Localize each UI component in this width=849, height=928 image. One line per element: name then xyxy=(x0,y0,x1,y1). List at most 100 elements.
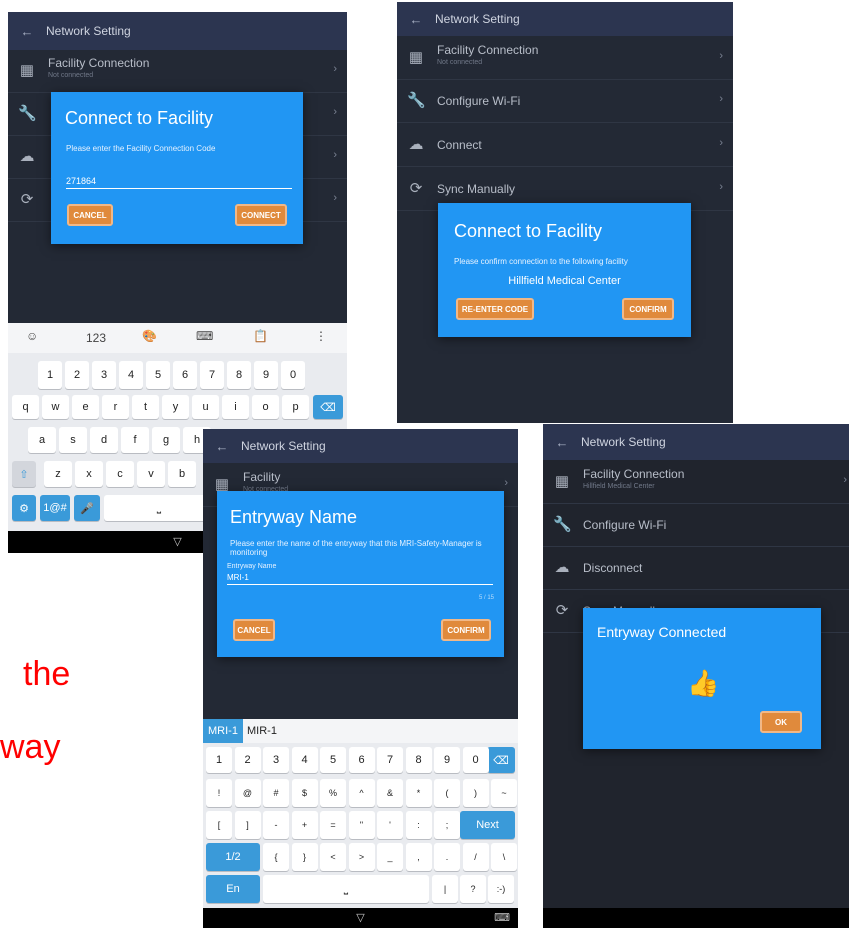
key[interactable]: g xyxy=(152,427,180,453)
key[interactable]: ^ xyxy=(348,779,375,807)
key[interactable]: x xyxy=(75,461,103,487)
key[interactable]: ! xyxy=(206,779,232,807)
symbols-key[interactable]: 1@# xyxy=(40,495,70,521)
key[interactable]: ] xyxy=(234,811,261,839)
key[interactable]: w xyxy=(42,395,69,419)
key[interactable]: :-) xyxy=(488,875,514,903)
row-configure-wifi[interactable]: 🔧 Configure Wi-Fi › xyxy=(397,80,733,123)
key[interactable]: 2 xyxy=(234,747,261,773)
mic-icon[interactable]: 🎤 xyxy=(74,495,100,521)
keyboard-icon[interactable]: ⌨ xyxy=(494,908,510,928)
shift-key[interactable]: ⇧ xyxy=(12,461,36,487)
key[interactable]: 4 xyxy=(291,747,318,773)
key[interactable]: o xyxy=(252,395,279,419)
key[interactable]: \ xyxy=(491,843,517,871)
key[interactable]: 2 xyxy=(65,361,89,389)
key[interactable]: ' xyxy=(377,811,403,839)
key[interactable]: 0 xyxy=(281,361,305,389)
key[interactable]: 0 xyxy=(462,747,489,773)
key[interactable]: a xyxy=(28,427,56,453)
key[interactable]: i xyxy=(222,395,249,419)
key[interactable]: 8 xyxy=(405,747,432,773)
key[interactable]: ) xyxy=(462,779,489,807)
key[interactable]: , xyxy=(405,843,432,871)
confirm-button[interactable]: CONFIRM xyxy=(441,619,491,641)
ok-button[interactable]: OK xyxy=(760,711,802,733)
key[interactable]: ; xyxy=(434,811,460,839)
key[interactable]: 1 xyxy=(206,747,232,773)
row-facility-connection[interactable]: ▦ Facility Connection Hillfield Medical … xyxy=(543,461,849,504)
toolbar-123[interactable]: 123 xyxy=(86,331,106,345)
nav-back-icon[interactable]: ▽ xyxy=(356,912,364,924)
key[interactable]: " xyxy=(348,811,375,839)
key[interactable]: v xyxy=(137,461,165,487)
key[interactable]: ? xyxy=(460,875,486,903)
key[interactable]: * xyxy=(405,779,432,807)
row-disconnect[interactable]: ☁ Disconnect xyxy=(543,547,849,590)
key[interactable]: z xyxy=(44,461,72,487)
key[interactable]: y xyxy=(162,395,189,419)
row-configure-wifi[interactable]: 🔧 Configure Wi-Fi xyxy=(543,504,849,547)
key[interactable]: = xyxy=(320,811,346,839)
entryway-name-input[interactable]: MRI-1 xyxy=(227,573,493,585)
key[interactable]: ( xyxy=(434,779,460,807)
key[interactable]: > xyxy=(348,843,375,871)
key[interactable]: b xyxy=(168,461,196,487)
key[interactable]: 6 xyxy=(173,361,197,389)
language-key[interactable]: En xyxy=(206,875,260,903)
key[interactable]: p xyxy=(282,395,309,419)
row-facility-connection[interactable]: ▦ Facility Connection Not connected › xyxy=(397,37,733,80)
key[interactable]: 4 xyxy=(119,361,143,389)
connect-button[interactable]: CONNECT xyxy=(235,204,287,226)
back-arrow-icon[interactable]: ← xyxy=(397,12,435,27)
spacebar[interactable]: ⎵ xyxy=(263,875,429,903)
keyboard-icon[interactable]: ⌨ xyxy=(196,329,213,343)
key[interactable]: / xyxy=(462,843,489,871)
back-arrow-icon[interactable]: ← xyxy=(8,24,46,39)
key[interactable]: $ xyxy=(291,779,318,807)
next-key[interactable]: Next xyxy=(460,811,515,839)
key[interactable]: c xyxy=(106,461,134,487)
key[interactable]: & xyxy=(377,779,403,807)
key[interactable]: - xyxy=(263,811,289,839)
back-arrow-icon[interactable]: ← xyxy=(543,435,581,450)
clipboard-icon[interactable]: 📋 xyxy=(253,329,268,343)
suggestion-secondary[interactable]: MIR-1 xyxy=(247,719,277,743)
key[interactable]: d xyxy=(90,427,118,453)
key[interactable]: 9 xyxy=(254,361,278,389)
key[interactable]: 7 xyxy=(200,361,224,389)
key[interactable]: u xyxy=(192,395,219,419)
key[interactable]: s xyxy=(59,427,87,453)
key[interactable]: f xyxy=(121,427,149,453)
back-arrow-icon[interactable]: ← xyxy=(203,439,241,454)
key[interactable]: + xyxy=(291,811,318,839)
row-connect[interactable]: ☁ Connect › xyxy=(397,124,733,167)
suggestion-primary[interactable]: MRI-1 xyxy=(203,719,243,743)
cancel-button[interactable]: CANCEL xyxy=(233,619,275,641)
key[interactable]: { xyxy=(263,843,289,871)
key[interactable]: @ xyxy=(234,779,261,807)
cancel-button[interactable]: CANCEL xyxy=(67,204,113,226)
key[interactable]: } xyxy=(291,843,318,871)
backspace-key[interactable]: ⌫ xyxy=(313,395,343,419)
settings-key[interactable]: ⚙ xyxy=(12,495,36,521)
key[interactable]: r xyxy=(102,395,129,419)
key[interactable]: 9 xyxy=(434,747,460,773)
key[interactable]: 8 xyxy=(227,361,251,389)
key[interactable]: # xyxy=(263,779,289,807)
more-icon[interactable]: ⋮ xyxy=(315,329,327,343)
page-toggle-key[interactable]: 1/2 xyxy=(206,843,260,871)
key[interactable]: 3 xyxy=(92,361,116,389)
key[interactable]: 1 xyxy=(38,361,62,389)
palette-icon[interactable]: 🎨 xyxy=(142,329,157,343)
row-facility-connection[interactable]: ▦ Facility Connection Not connected › xyxy=(8,50,347,93)
key[interactable]: _ xyxy=(377,843,403,871)
key[interactable]: . xyxy=(434,843,460,871)
key[interactable]: 5 xyxy=(146,361,170,389)
confirm-button[interactable]: CONFIRM xyxy=(622,298,674,320)
nav-back-icon[interactable]: ▽ xyxy=(173,536,181,548)
key[interactable]: 5 xyxy=(320,747,346,773)
key[interactable]: ~ xyxy=(491,779,517,807)
backspace-key[interactable]: ⌫ xyxy=(487,747,515,773)
code-input[interactable]: 271864 xyxy=(66,176,292,189)
